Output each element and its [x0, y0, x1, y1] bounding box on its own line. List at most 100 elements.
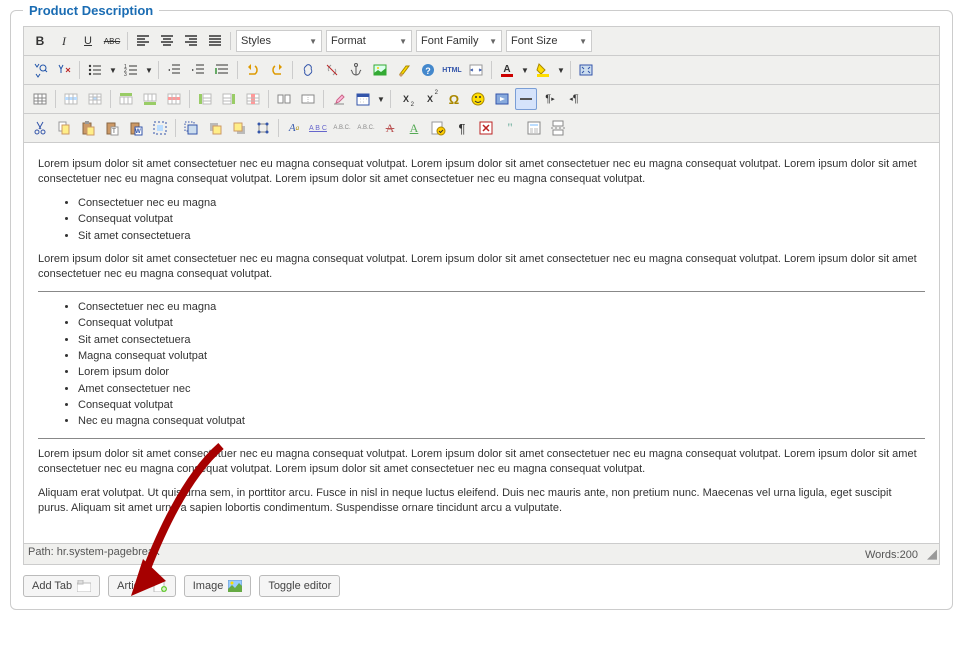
delete-row-button[interactable] [163, 88, 185, 110]
split-cells-button[interactable] [273, 88, 295, 110]
numbered-list-button[interactable]: 123 [120, 59, 142, 81]
table-button[interactable] [29, 88, 51, 110]
article-button[interactable]: Article [108, 575, 176, 597]
undo-button[interactable] [242, 59, 264, 81]
fontsize-select[interactable]: Font Size▼ [506, 30, 592, 52]
del-button[interactable]: A [379, 117, 401, 139]
editor-statusbar: Path: hr.system-pagebreak Words:200 ◢ [24, 543, 939, 564]
rich-text-editor: B I U ABC Styles▼ Format▼ Font Family▼ F… [23, 26, 940, 565]
path-display[interactable]: Path: hr.system-pagebreak [28, 546, 159, 562]
fontfamily-select[interactable]: Font Family▼ [416, 30, 502, 52]
toolbar-row-1: B I U ABC Styles▼ Format▼ Font Family▼ F… [24, 27, 939, 56]
backcolor-dropdown[interactable]: ▼ [556, 59, 566, 81]
blockquote-button[interactable] [211, 59, 233, 81]
quotes-button[interactable]: " [499, 117, 521, 139]
replace-button[interactable] [53, 59, 75, 81]
hr [38, 438, 925, 439]
paste-word-button[interactable]: W [125, 117, 147, 139]
ltr-button[interactable]: ¶▸ [539, 88, 561, 110]
date-button[interactable] [352, 88, 374, 110]
paste-text-button[interactable]: T [101, 117, 123, 139]
cite-button[interactable]: A B C [307, 117, 329, 139]
image-icon [228, 580, 242, 592]
align-center-button[interactable] [156, 30, 178, 52]
toggle-editor-button[interactable]: Toggle editor [259, 575, 340, 597]
toolbar-row-3: ▼ X2 X2 Ω ¶▸ ◂¶ [24, 85, 939, 114]
strikethrough-button[interactable]: ABC [101, 30, 123, 52]
image-insert-button[interactable]: Image [184, 575, 252, 597]
copy-button[interactable] [53, 117, 75, 139]
nonbreaking-button[interactable] [475, 117, 497, 139]
italic-button[interactable]: I [53, 30, 75, 52]
template-button[interactable] [523, 117, 545, 139]
code-button[interactable] [465, 59, 487, 81]
media-button[interactable] [491, 88, 513, 110]
forecolor-dropdown[interactable]: ▼ [520, 59, 530, 81]
charmap-button[interactable]: Ω [443, 88, 465, 110]
insert-col-after-button[interactable] [218, 88, 240, 110]
html-button[interactable]: HTML [441, 59, 463, 81]
insert-row-before-button[interactable] [115, 88, 137, 110]
remove-format-button[interactable] [328, 88, 350, 110]
row-props-button[interactable] [60, 88, 82, 110]
move-backward-button[interactable] [228, 117, 250, 139]
help-button[interactable]: ? [417, 59, 439, 81]
styles-select[interactable]: Styles▼ [236, 30, 322, 52]
bullet-list-button[interactable] [84, 59, 106, 81]
editor-content[interactable]: Lorem ipsum dolor sit amet consectetuer … [24, 143, 939, 543]
rtl-button[interactable]: ◂¶ [563, 88, 585, 110]
align-justify-button[interactable] [204, 30, 226, 52]
paragraph: Lorem ipsum dolor sit amet consectetuer … [38, 447, 925, 478]
subscript-button[interactable]: X2 [395, 88, 417, 110]
insert-col-before-button[interactable] [194, 88, 216, 110]
svg-text:W: W [135, 129, 141, 135]
styleprops-button[interactable]: Aa [283, 117, 305, 139]
align-left-button[interactable] [132, 30, 154, 52]
resize-handle[interactable]: ◢ [921, 546, 935, 561]
align-right-button[interactable] [180, 30, 202, 52]
outdent-button[interactable] [163, 59, 185, 81]
superscript-button[interactable]: X2 [419, 88, 441, 110]
unlink-button[interactable] [321, 59, 343, 81]
select-all-button[interactable] [149, 117, 171, 139]
cleanup-button[interactable] [393, 59, 415, 81]
paragraph: Lorem ipsum dolor sit amet consectetuer … [38, 252, 925, 283]
add-tab-button[interactable]: Add Tab [23, 575, 100, 597]
image-button[interactable] [369, 59, 391, 81]
numbered-list-dropdown[interactable]: ▼ [144, 59, 154, 81]
bullet-list-dropdown[interactable]: ▼ [108, 59, 118, 81]
hr-button[interactable] [515, 88, 537, 110]
insert-row-after-button[interactable] [139, 88, 161, 110]
anchor-button[interactable] [345, 59, 367, 81]
link-button[interactable] [297, 59, 319, 81]
bold-button[interactable]: B [29, 30, 51, 52]
ins-button[interactable]: A [403, 117, 425, 139]
emoticon-button[interactable] [467, 88, 489, 110]
fullscreen-button[interactable] [575, 59, 597, 81]
visualchars-button[interactable]: ¶ [451, 117, 473, 139]
list-item: Sit amet consectetuera [78, 333, 925, 348]
acronym-button[interactable]: A.B.C. [355, 117, 377, 139]
find-button[interactable] [29, 59, 51, 81]
backcolor-button[interactable] [532, 59, 554, 81]
cut-button[interactable] [29, 117, 51, 139]
absolute-button[interactable] [252, 117, 274, 139]
underline-button[interactable]: U [77, 30, 99, 52]
cell-props-button[interactable] [84, 88, 106, 110]
list-item: Consectetuer nec eu magna [78, 300, 925, 315]
indent-button[interactable] [187, 59, 209, 81]
delete-col-button[interactable] [242, 88, 264, 110]
layer-button[interactable] [180, 117, 202, 139]
pagebreak-button[interactable] [547, 117, 569, 139]
format-select[interactable]: Format▼ [326, 30, 412, 52]
merge-cells-button[interactable] [297, 88, 319, 110]
svg-text:?: ? [425, 66, 431, 76]
date-dropdown[interactable]: ▼ [376, 88, 386, 110]
paste-button[interactable] [77, 117, 99, 139]
attribs-button[interactable] [427, 117, 449, 139]
forecolor-button[interactable]: A [496, 59, 518, 81]
redo-button[interactable] [266, 59, 288, 81]
product-description-panel: Product Description B I U ABC Styles▼ Fo… [10, 10, 953, 610]
abbr-button[interactable]: A.B.C. [331, 117, 353, 139]
move-forward-button[interactable] [204, 117, 226, 139]
